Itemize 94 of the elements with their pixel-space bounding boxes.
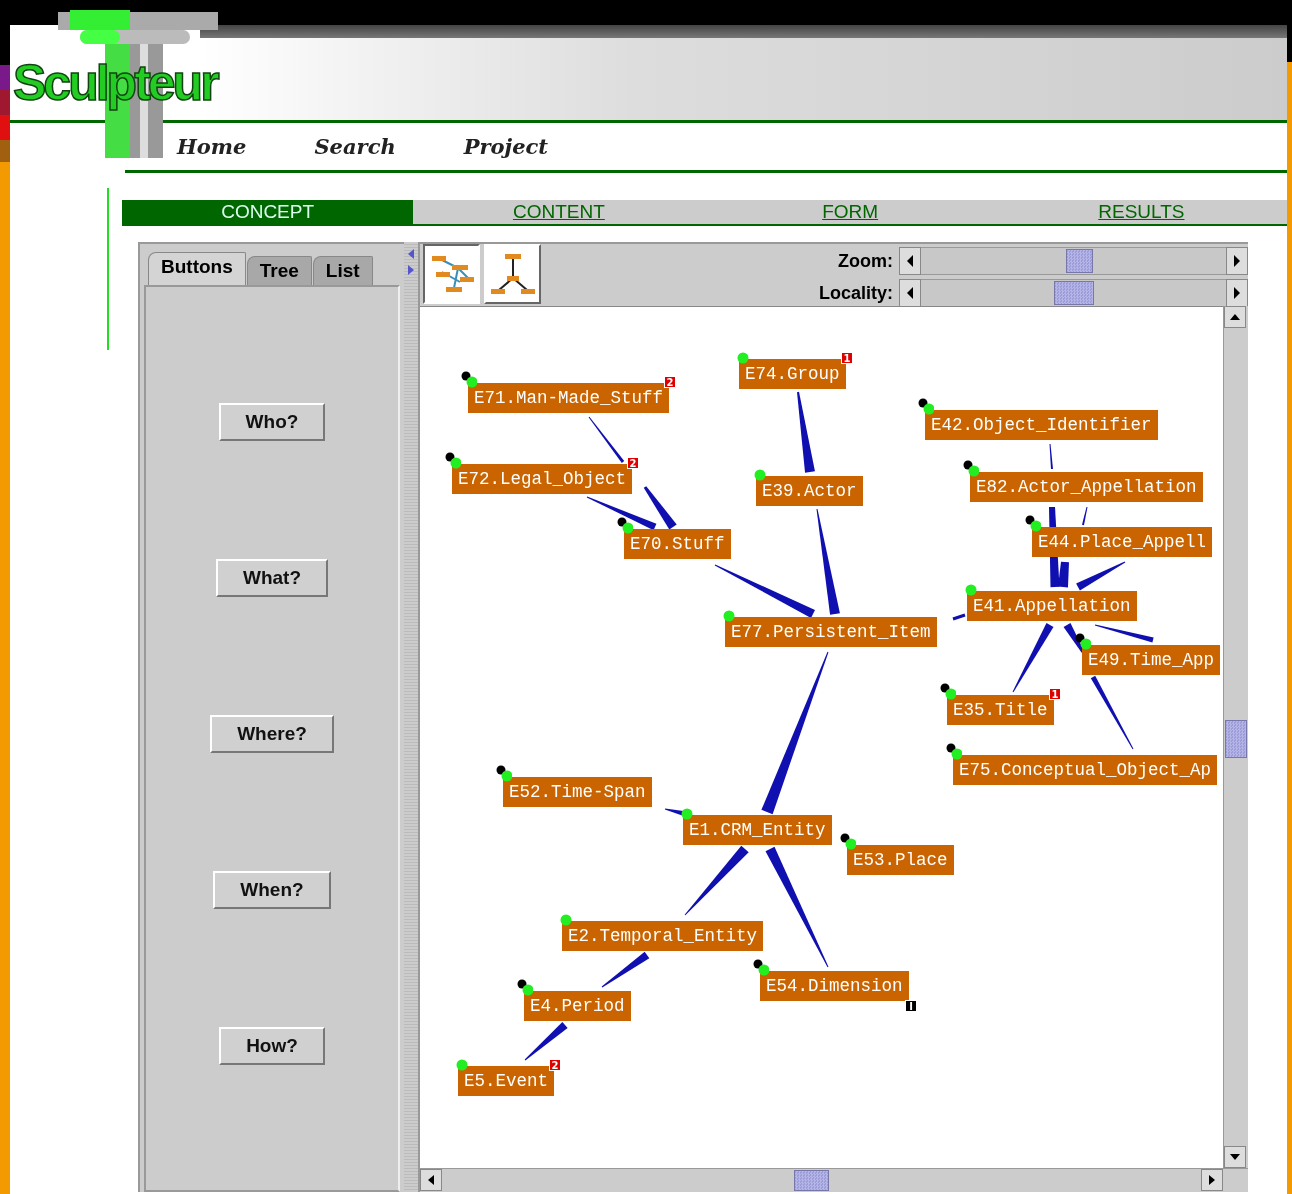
node-handle-icon[interactable] bbox=[1025, 515, 1041, 532]
graph-node[interactable]: E42.Object_Identifier bbox=[925, 410, 1158, 440]
scroll-right-button[interactable] bbox=[1201, 1169, 1223, 1191]
graph-node[interactable]: E75.Conceptual_Object_Ap bbox=[953, 755, 1218, 785]
node-handle-icon[interactable] bbox=[560, 914, 572, 926]
slider-thumb[interactable] bbox=[1053, 281, 1094, 305]
graph-edge bbox=[1049, 443, 1053, 470]
left-arrow-icon bbox=[427, 1174, 435, 1186]
node-handle-icon[interactable] bbox=[1075, 633, 1091, 650]
graph-node[interactable]: E49.Time_App bbox=[1082, 645, 1221, 675]
panel-tab[interactable]: Buttons bbox=[148, 252, 246, 285]
count-badge: 2 bbox=[549, 1059, 561, 1071]
graph-edge bbox=[524, 1022, 568, 1061]
query-button[interactable]: When? bbox=[213, 871, 331, 909]
panel-tab[interactable]: Tree bbox=[246, 256, 312, 285]
graph-edge bbox=[588, 416, 625, 463]
count-badge: 1 bbox=[841, 352, 853, 364]
nav-link[interactable]: Home bbox=[177, 134, 247, 159]
node-handle-icon[interactable] bbox=[517, 979, 533, 996]
node-handle-icon[interactable] bbox=[840, 833, 856, 850]
graph-node[interactable]: E4.Period bbox=[524, 991, 631, 1021]
node-handle-icon[interactable] bbox=[918, 398, 934, 415]
graph-node[interactable]: E54.Dimension bbox=[760, 971, 909, 1001]
graph-edge bbox=[1076, 561, 1126, 591]
count-badge: 1 bbox=[1049, 688, 1061, 700]
panel-tab[interactable]: List bbox=[312, 256, 373, 285]
graph-edge bbox=[952, 613, 966, 621]
slider-thumb[interactable] bbox=[1065, 249, 1093, 273]
query-button[interactable]: Who? bbox=[218, 403, 326, 441]
node-handle-icon[interactable] bbox=[965, 584, 977, 596]
graph-node[interactable]: E53.Place bbox=[847, 845, 954, 875]
node-handle-icon[interactable] bbox=[496, 765, 512, 782]
query-button[interactable]: How? bbox=[219, 1027, 325, 1065]
node-handle-icon[interactable] bbox=[461, 371, 477, 388]
scrollbar-thumb[interactable] bbox=[794, 1170, 829, 1191]
nav-link[interactable]: Search bbox=[314, 134, 396, 159]
network-layout-button[interactable] bbox=[423, 244, 480, 304]
step-tab[interactable]: RESULTS bbox=[995, 200, 1287, 224]
expand-right-icon[interactable] bbox=[407, 264, 415, 276]
slider-label: Locality: bbox=[819, 282, 893, 304]
count-badge: 2 bbox=[664, 376, 676, 388]
right-arrow-icon bbox=[1208, 1174, 1216, 1186]
graph-node[interactable]: E44.Place_Appell bbox=[1032, 527, 1213, 557]
collapse-left-icon[interactable] bbox=[407, 248, 415, 260]
graph-node[interactable]: E82.Actor_Appellation bbox=[970, 472, 1203, 502]
graph-node[interactable]: E77.Persistent_Item bbox=[725, 617, 937, 647]
query-button[interactable]: What? bbox=[215, 559, 328, 597]
node-handle-icon[interactable] bbox=[753, 959, 769, 976]
graph-node[interactable]: E39.Actor bbox=[756, 476, 863, 506]
node-handle-icon[interactable] bbox=[946, 743, 962, 760]
node-handle-icon[interactable] bbox=[754, 469, 766, 481]
node-handle-icon[interactable] bbox=[456, 1059, 468, 1071]
graph-node[interactable]: E1.CRM_Entity bbox=[683, 815, 832, 845]
slider-left-button[interactable] bbox=[899, 279, 921, 307]
graph-edge bbox=[1082, 506, 1088, 526]
node-handle-icon[interactable] bbox=[617, 517, 633, 534]
node-handle-icon[interactable] bbox=[723, 610, 735, 622]
left-arrow-icon bbox=[906, 254, 914, 268]
step-tab[interactable]: CONTENT bbox=[413, 200, 705, 224]
step-tab[interactable]: FORM bbox=[704, 200, 996, 224]
step-tab[interactable]: CONCEPT bbox=[122, 200, 414, 224]
graph-node[interactable]: E2.Temporal_Entity bbox=[562, 921, 764, 951]
nav-link[interactable]: Project bbox=[463, 134, 548, 159]
query-button[interactable]: Where? bbox=[210, 715, 334, 753]
slider-left-button[interactable] bbox=[899, 247, 921, 275]
graph-canvas[interactable] bbox=[420, 306, 1223, 1168]
down-arrow-icon bbox=[1229, 1153, 1241, 1161]
graph-edge bbox=[1012, 623, 1054, 693]
slider-right-button[interactable] bbox=[1226, 279, 1248, 307]
count-badge: 2 bbox=[627, 457, 639, 469]
scroll-left-button[interactable] bbox=[420, 1169, 442, 1191]
slider-right-button[interactable] bbox=[1226, 247, 1248, 275]
tree-layout-button[interactable] bbox=[484, 244, 541, 304]
graph-edge bbox=[1094, 624, 1154, 643]
up-arrow-icon bbox=[1229, 313, 1241, 321]
graph-node[interactable]: E41.Appellation bbox=[967, 591, 1137, 621]
graph-edge bbox=[684, 845, 749, 916]
scrollbar-thumb[interactable] bbox=[1225, 720, 1247, 758]
scroll-down-button[interactable] bbox=[1224, 1146, 1246, 1168]
node-handle-icon[interactable] bbox=[737, 352, 749, 364]
graph-node[interactable]: E70.Stuff bbox=[624, 529, 731, 559]
right-arrow-icon bbox=[1233, 286, 1241, 300]
slider-label: Zoom: bbox=[837, 250, 893, 272]
node-handle-icon[interactable] bbox=[963, 460, 979, 477]
scroll-up-button[interactable] bbox=[1224, 306, 1246, 328]
node-handle-icon[interactable] bbox=[940, 683, 956, 700]
node-handle-icon[interactable] bbox=[445, 452, 461, 469]
graph-edge bbox=[601, 951, 650, 988]
right-arrow-icon bbox=[1233, 254, 1241, 268]
splitter-handle[interactable] bbox=[404, 242, 418, 1192]
info-badge: I bbox=[905, 1000, 917, 1012]
graph-node[interactable]: E52.Time-Span bbox=[503, 777, 652, 807]
node-handle-icon[interactable] bbox=[681, 808, 693, 820]
left-arrow-icon bbox=[906, 286, 914, 300]
